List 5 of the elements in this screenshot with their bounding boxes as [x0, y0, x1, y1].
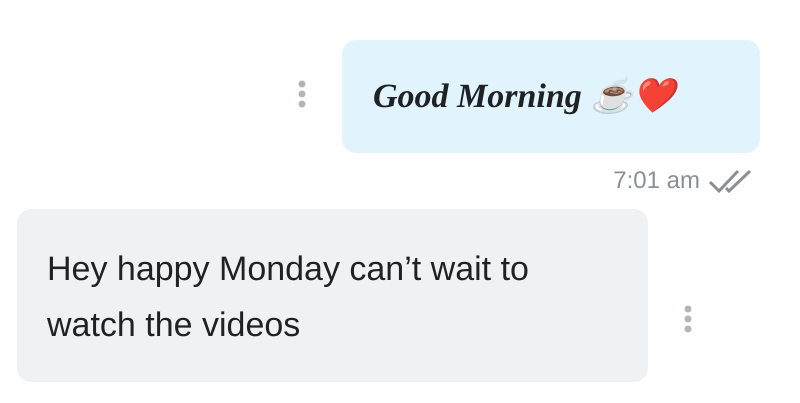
more-options-icon[interactable] [298, 80, 306, 108]
message-time: 7:01 am [613, 167, 700, 195]
message-bubble: Good Morning ☕❤ [342, 40, 760, 153]
more-options-icon[interactable] [684, 305, 692, 333]
message-bubble: Hey happy Monday can’t wait to watch the videos [17, 209, 648, 382]
